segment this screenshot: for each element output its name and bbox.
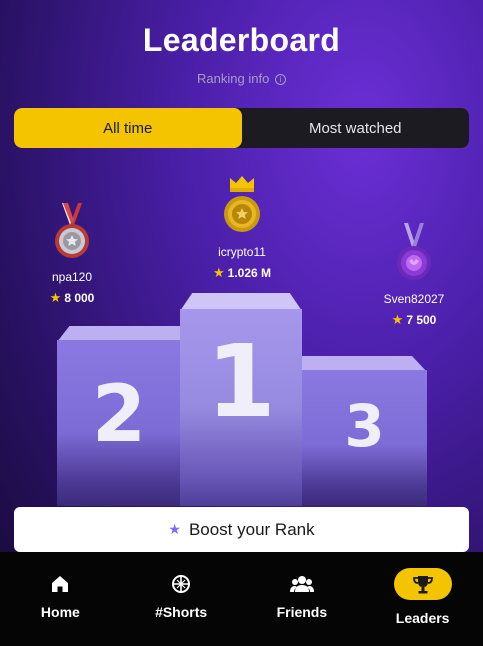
nav-friends[interactable]: Friends: [242, 552, 363, 646]
boost-rank-button[interactable]: ★ Boost your Rank: [14, 507, 469, 552]
ranking-info-link[interactable]: Ranking info i: [0, 71, 483, 86]
gold-medal-icon: [224, 176, 260, 232]
nav-leaders[interactable]: Leaders: [362, 552, 483, 646]
leader-second[interactable]: npa120 ★ 8 000: [40, 203, 104, 306]
bottom-nav: Home #Shorts Friends Leaders: [0, 552, 483, 646]
purple-medal-icon: [397, 223, 431, 280]
podium-second: 2: [57, 326, 181, 506]
leader-second-name: npa120: [51, 270, 93, 284]
leader-first-name: icrypto11: [218, 245, 266, 259]
nav-shorts-label: #Shorts: [155, 604, 208, 620]
podium-first: 1: [180, 293, 302, 506]
podium-third: 3: [302, 356, 427, 506]
nav-leaders-label: Leaders: [395, 610, 450, 626]
podium-second-rank: 2: [91, 370, 147, 460]
trophy-icon: [393, 568, 452, 600]
nav-home-label: Home: [40, 604, 80, 620]
star-icon: ★: [212, 265, 225, 280]
podium-first-rank: 1: [206, 323, 276, 440]
leaderboard-screen: Leaderboard Ranking info i All time Most…: [0, 0, 483, 646]
leader-second-score: ★ 8 000: [40, 290, 104, 306]
shorts-icon: [169, 572, 193, 596]
tab-most-watched[interactable]: Most watched: [242, 108, 470, 148]
nav-home[interactable]: Home: [0, 552, 121, 646]
leader-first-score: ★ 1.026 M: [202, 265, 282, 281]
nav-friends-label: Friends: [276, 604, 328, 620]
tab-all-time[interactable]: All time: [14, 108, 242, 148]
home-icon: [48, 572, 72, 596]
friends-icon: [289, 572, 314, 596]
leader-second-score-value: 8 000: [64, 291, 95, 305]
page-title: Leaderboard: [142, 22, 341, 58]
ranking-info-label: Ranking info: [197, 71, 270, 86]
leaderboard-tabs: All time Most watched: [14, 108, 469, 148]
leader-third-name: Sven82027: [383, 292, 445, 306]
leader-third-score: ★ 7 500: [376, 312, 452, 328]
silver-medal-icon: [55, 203, 89, 258]
nav-shorts[interactable]: #Shorts: [121, 552, 242, 646]
leader-third[interactable]: Sven82027 ★ 7 500: [376, 223, 452, 328]
podium-third-rank: 3: [344, 392, 385, 460]
info-icon: i: [274, 74, 286, 86]
leader-first-score-value: 1.026 M: [227, 266, 271, 280]
leader-third-score-value: 7 500: [406, 313, 437, 327]
leader-first[interactable]: icrypto11 ★ 1.026 M: [202, 174, 282, 281]
star-icon: ★: [391, 312, 404, 327]
star-icon: ★: [49, 290, 62, 305]
boost-rank-label: Boost your Rank: [188, 519, 315, 539]
star-icon: ★: [168, 521, 181, 537]
